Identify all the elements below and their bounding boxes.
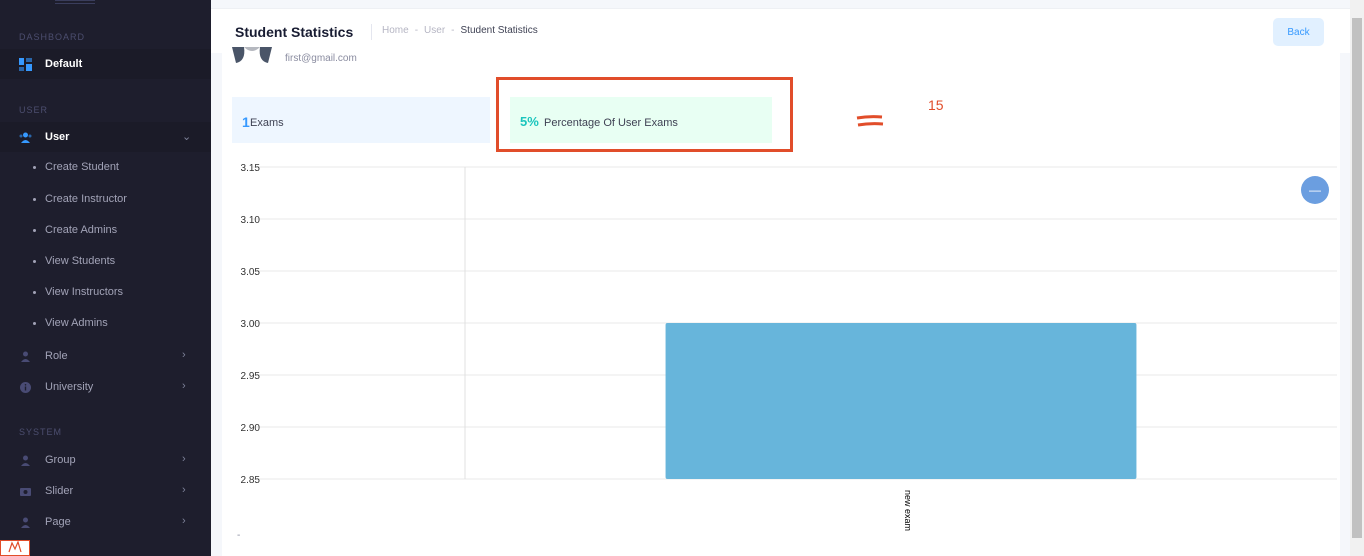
exams-stat: 1 Exams	[232, 97, 490, 143]
sidebar-subitem-label: Create Student	[45, 161, 119, 173]
sidebar-subitem-create-admins[interactable]: Create Admins	[0, 217, 211, 245]
grid-icon	[19, 58, 32, 71]
bullet-icon	[33, 166, 36, 169]
breadcrumb-separator: -	[451, 25, 455, 36]
sidebar-subitem-create-student[interactable]: Create Student	[0, 154, 211, 182]
sidebar-item-label: University	[45, 381, 94, 393]
sidebar-item-role[interactable]: Role ›	[0, 341, 211, 371]
y-tick-label: 2.90	[241, 423, 261, 434]
header-divider	[371, 24, 372, 40]
debug-bar-icon[interactable]	[0, 540, 30, 556]
sidebar-subitem-label: View Students	[45, 255, 116, 267]
sidebar-item-slider[interactable]: Slider ›	[0, 476, 211, 506]
sidebar-item-group[interactable]: Group ›	[0, 445, 211, 475]
sidebar-item-label: Default	[45, 58, 83, 70]
bullet-icon	[33, 198, 36, 201]
x-tick-label: new exam	[903, 490, 913, 531]
section-label-system: SYSTEM	[19, 427, 63, 437]
bullet-icon	[33, 291, 36, 294]
collapse-button[interactable]: —	[1301, 176, 1329, 204]
bullet-icon	[33, 322, 36, 325]
users-icon	[19, 132, 32, 143]
bar-chart: 3.15 3.10 3.05 3.00 2.95 2.90 2.85 new exam	[241, 163, 1337, 531]
page-title: Student Statistics	[235, 24, 354, 40]
avatar	[232, 47, 272, 69]
sidebar-item-label: Slider	[45, 485, 74, 497]
chevron-right-icon: ›	[182, 380, 186, 392]
back-button[interactable]: Back	[1273, 18, 1324, 46]
info-icon	[20, 382, 31, 393]
section-label-user: USER	[19, 105, 49, 115]
y-tick-label: 3.15	[241, 163, 261, 174]
y-tick-label: 3.00	[241, 319, 261, 330]
camera-icon	[20, 488, 31, 496]
sidebar-item-label: Role	[45, 350, 68, 362]
bullet-icon	[33, 260, 36, 263]
sidebar-subitem-label: Create Admins	[45, 224, 118, 236]
y-tick-label: 2.85	[241, 475, 261, 486]
chevron-right-icon: ›	[182, 349, 186, 361]
footer-mark: -	[237, 530, 241, 541]
sidebar-item-university[interactable]: University ›	[0, 372, 211, 402]
chevron-right-icon: ›	[182, 453, 186, 465]
exams-label: Exams	[250, 117, 284, 129]
bullet-icon	[33, 229, 36, 232]
section-label-dashboard: DASHBOARD	[19, 32, 86, 42]
sidebar-item-label: Page	[45, 516, 71, 528]
sidebar-subitem-create-instructor[interactable]: Create Instructor	[0, 186, 211, 214]
logo	[55, 0, 95, 6]
annotation-number: 15	[928, 97, 944, 113]
y-tick-label: 3.10	[241, 215, 261, 226]
annotation-highlight-box	[496, 77, 793, 152]
users-icon	[21, 517, 30, 528]
breadcrumb-current: Student Statistics	[460, 25, 538, 36]
sidebar-item-page[interactable]: Page ›	[0, 507, 211, 537]
breadcrumb-separator: -	[414, 25, 419, 36]
chevron-down-icon: ⌄	[182, 131, 192, 143]
chart-bar	[665, 323, 1137, 479]
sidebar-subitem-view-admins[interactable]: View Admins	[0, 310, 211, 338]
sidebar-item-default[interactable]: Default	[0, 49, 211, 79]
users-icon	[21, 455, 30, 466]
scrollbar-thumb[interactable]	[1352, 18, 1362, 538]
sidebar-item-label: User	[45, 131, 70, 143]
breadcrumb-home[interactable]: Home	[382, 25, 409, 36]
chevron-right-icon: ›	[182, 484, 186, 496]
y-tick-label: 2.95	[241, 371, 261, 382]
sidebar-subitem-label: Create Instructor	[45, 193, 127, 205]
exams-count: 1	[242, 114, 250, 130]
minus-icon: —	[1309, 183, 1321, 197]
profile-email: first@gmail.com	[285, 53, 357, 64]
sidebar-item-user[interactable]: User ⌄	[0, 122, 211, 152]
users-icon	[21, 351, 30, 362]
breadcrumb-user[interactable]: User	[424, 25, 445, 36]
y-tick-label: 3.05	[241, 267, 261, 278]
page-header: Student Statistics Home - User - Student…	[211, 8, 1350, 53]
sidebar-subitem-view-students[interactable]: View Students	[0, 248, 211, 276]
chevron-right-icon: ›	[182, 515, 186, 527]
sidebar-subitem-label: View Instructors	[45, 286, 124, 298]
sidebar: DASHBOARD Default USER User ⌄ Create Stu…	[0, 0, 211, 556]
sidebar-subitem-view-instructors[interactable]: View Instructors	[0, 279, 211, 307]
sidebar-item-label: Group	[45, 454, 76, 466]
breadcrumb: Home - User - Student Statistics	[382, 25, 538, 36]
sidebar-subitem-label: View Admins	[45, 317, 108, 329]
scrollbar[interactable]	[1350, 0, 1364, 556]
annotation-equals-mark	[856, 115, 884, 127]
